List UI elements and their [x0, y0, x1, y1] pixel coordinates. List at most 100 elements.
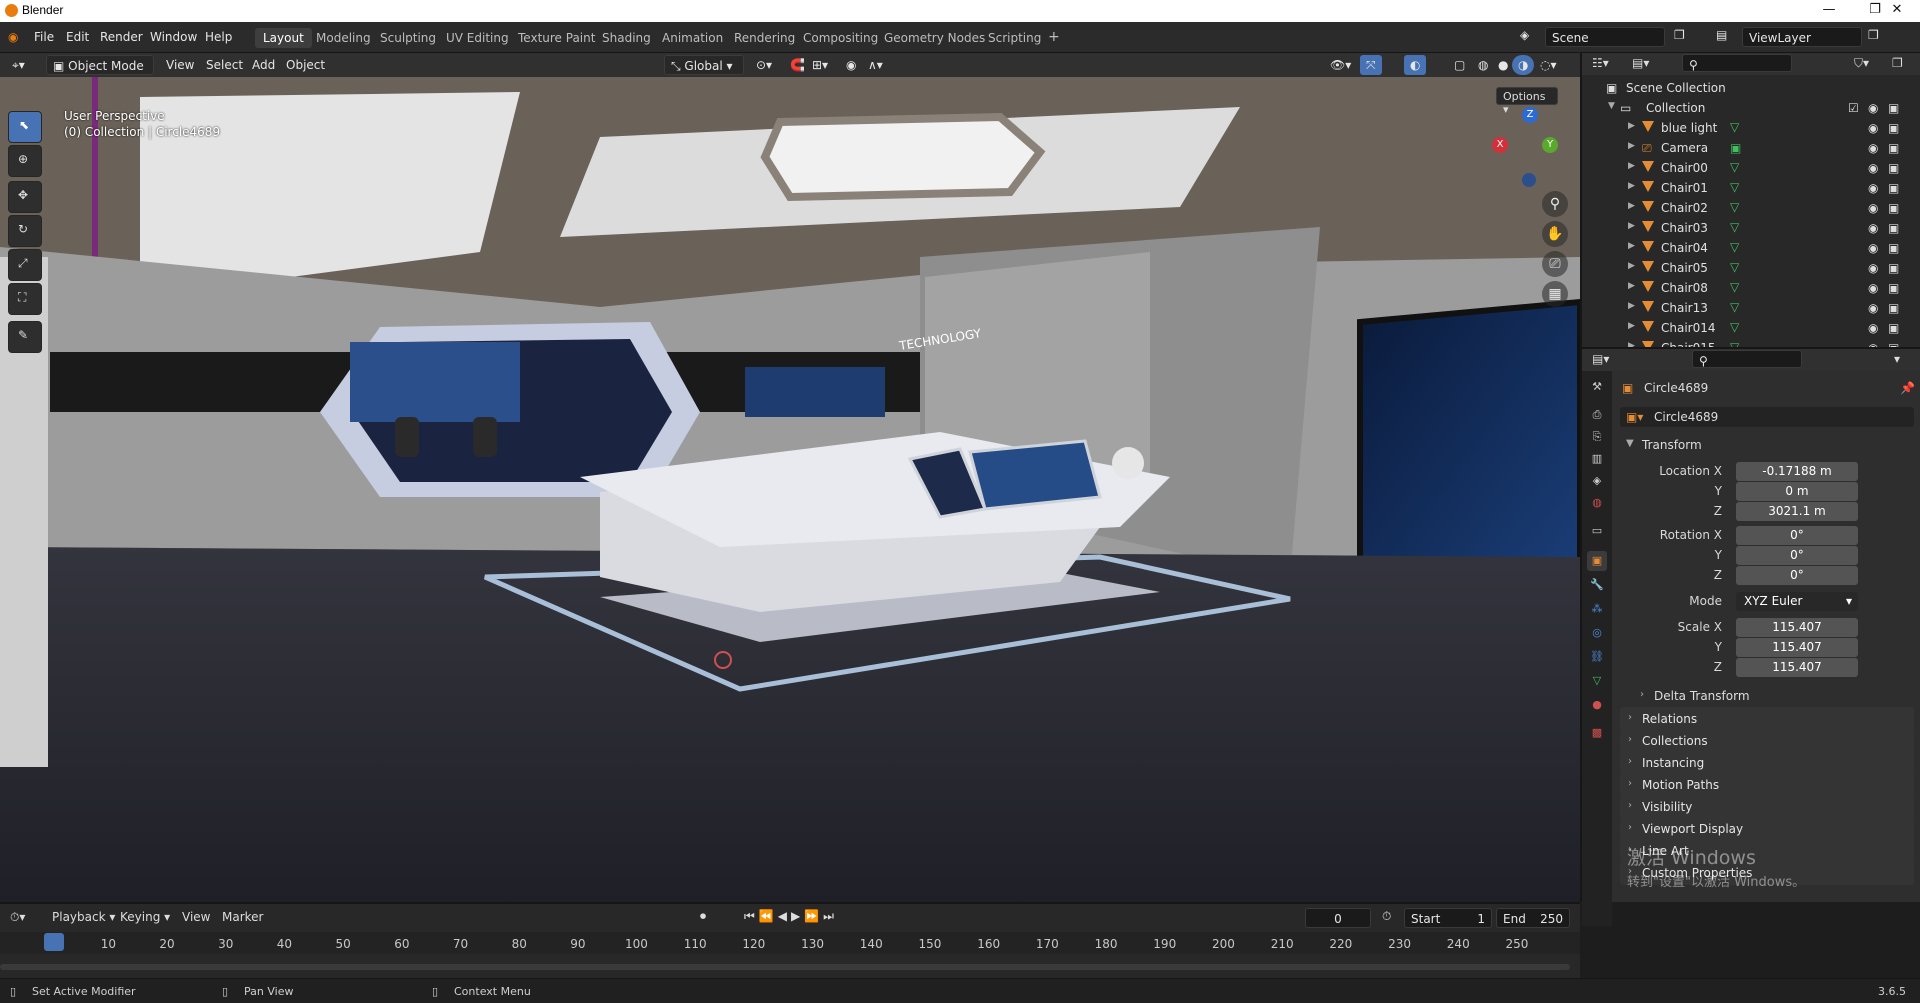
- navigation-gizmo[interactable]: Z X Y: [1492, 107, 1572, 187]
- falloff-icon[interactable]: ∧▾: [862, 55, 889, 75]
- eye-icon[interactable]: ◉: [1868, 181, 1878, 195]
- eye-icon[interactable]: ◉: [1868, 101, 1878, 115]
- eye-icon[interactable]: ◉: [1868, 301, 1878, 315]
- viewport-menu-object[interactable]: Object: [280, 55, 331, 75]
- gizmo-z-axis[interactable]: Z: [1522, 107, 1538, 123]
- chevron-right-icon[interactable]: ▶: [1628, 181, 1635, 191]
- outliner-item[interactable]: ▶ Chair03 ▽ ◉ ▣: [1582, 218, 1920, 238]
- chevron-right-icon[interactable]: ▶: [1628, 281, 1635, 291]
- location-z-field[interactable]: 3021.1 m: [1736, 502, 1858, 521]
- section-relations[interactable]: › Relations: [1620, 707, 1914, 731]
- section-viewport-display[interactable]: › Viewport Display: [1620, 817, 1914, 841]
- timeline-scrollbar[interactable]: [0, 964, 1570, 970]
- scene-selector[interactable]: Scene: [1545, 27, 1665, 47]
- outliner-collection[interactable]: ▼ ▭ Collection ☑ ◉ ▣: [1582, 98, 1920, 118]
- expand-arrow-icon[interactable]: ▼: [1608, 101, 1615, 111]
- shading-material-icon[interactable]: ◑: [1512, 55, 1535, 75]
- render-camera-icon[interactable]: ▣: [1888, 281, 1899, 295]
- outliner-item[interactable]: ▶ Chair01 ▽ ◉ ▣: [1582, 178, 1920, 198]
- transform-tool[interactable]: ⛶: [8, 283, 42, 315]
- snap-target-icon[interactable]: ⊞▾: [806, 55, 834, 75]
- proportional-edit-icon[interactable]: ◉: [840, 55, 862, 75]
- scale-tool[interactable]: ⤢: [8, 249, 42, 281]
- tool-tab-icon[interactable]: ⚒: [1587, 377, 1607, 397]
- eye-icon[interactable]: ◉: [1868, 261, 1878, 275]
- physics-tab-icon[interactable]: ◎: [1587, 623, 1607, 643]
- render-camera-icon[interactable]: ▣: [1888, 221, 1899, 235]
- new-scene-icon[interactable]: ❐: [1674, 28, 1685, 42]
- eye-icon[interactable]: ◉: [1868, 281, 1878, 295]
- outliner-item[interactable]: ▶ Chair00 ▽ ◉ ▣: [1582, 158, 1920, 178]
- tab-texture-paint[interactable]: Texture Paint: [510, 28, 603, 48]
- render-camera-icon[interactable]: ▣: [1888, 181, 1899, 195]
- outliner-item[interactable]: ▶ Chair04 ▽ ◉ ▣: [1582, 238, 1920, 258]
- outliner-item[interactable]: ▶ Chair08 ▽ ◉ ▣: [1582, 278, 1920, 298]
- filter-icon[interactable]: ⛉▾: [1854, 56, 1869, 71]
- render-camera-icon[interactable]: ▣: [1888, 201, 1899, 215]
- mesh-data-icon[interactable]: ▽: [1730, 120, 1739, 134]
- scale-z-field[interactable]: 115.407: [1736, 658, 1858, 677]
- properties-options-icon[interactable]: ▾: [1894, 352, 1900, 366]
- new-viewlayer-icon[interactable]: ❐: [1868, 28, 1879, 42]
- eye-icon[interactable]: ◉: [1868, 241, 1878, 255]
- gizmo-neg-z[interactable]: [1522, 173, 1536, 187]
- render-camera-icon[interactable]: ▣: [1888, 241, 1899, 255]
- tab-scripting[interactable]: Scripting: [980, 28, 1049, 48]
- display-mode-icon[interactable]: ▤▾: [1632, 56, 1649, 70]
- chevron-right-icon[interactable]: ▶: [1628, 221, 1635, 231]
- playback-controls[interactable]: ⏮⏪◀▶⏩⏭: [744, 909, 838, 924]
- overlay-toggle-icon[interactable]: ◐: [1404, 55, 1427, 75]
- select-box-tool[interactable]: ⬉: [8, 111, 42, 143]
- outliner-editor-icon[interactable]: ☷▾: [1592, 56, 1609, 70]
- render-camera-icon[interactable]: ▣: [1888, 141, 1899, 155]
- pivot-icon[interactable]: ⊙▾: [750, 55, 778, 75]
- outliner-item[interactable]: ▶ Chair05 ▽ ◉ ▣: [1582, 258, 1920, 278]
- output-tab-icon[interactable]: ⎘: [1587, 427, 1607, 447]
- outliner-scene-collection[interactable]: ▣ Scene Collection: [1582, 78, 1920, 98]
- material-tab-icon[interactable]: ●: [1587, 695, 1607, 715]
- menu-file[interactable]: File: [34, 30, 54, 44]
- mesh-data-icon[interactable]: ▽: [1730, 160, 1739, 174]
- orientation-selector[interactable]: ⤡ Global ▾: [664, 55, 744, 75]
- render-camera-icon[interactable]: ▣: [1888, 301, 1899, 315]
- viewport-menu-view[interactable]: View: [160, 55, 200, 75]
- outliner-item[interactable]: ▶ Chair02 ▽ ◉ ▣: [1582, 198, 1920, 218]
- zoom-icon[interactable]: ⚲: [1542, 191, 1568, 217]
- rotation-z-field[interactable]: 0°: [1736, 566, 1858, 585]
- menu-help[interactable]: Help: [205, 30, 232, 44]
- collection-tab-icon[interactable]: ▭: [1587, 521, 1607, 541]
- blender-menu-icon[interactable]: ◉: [8, 30, 18, 44]
- texture-tab-icon[interactable]: ▩: [1587, 723, 1607, 743]
- add-workspace-button[interactable]: +: [1040, 26, 1068, 46]
- viewlayer-selector[interactable]: ViewLayer: [1742, 27, 1862, 47]
- close-button[interactable]: ✕: [1874, 0, 1920, 22]
- outliner-item[interactable]: ▶ Chair014 ▽ ◉ ▣: [1582, 318, 1920, 338]
- outliner-item[interactable]: ▶ Chair13 ▽ ◉ ▣: [1582, 298, 1920, 318]
- transform-panel-header[interactable]: ▼ Transform: [1620, 433, 1914, 457]
- current-frame-field[interactable]: 0: [1305, 908, 1371, 928]
- mesh-data-icon[interactable]: ▽: [1730, 200, 1739, 214]
- gizmo-x-axis[interactable]: X: [1492, 137, 1508, 153]
- mesh-data-icon[interactable]: ▽: [1730, 220, 1739, 234]
- eye-icon[interactable]: ◉: [1868, 121, 1878, 135]
- visibility-icon[interactable]: 👁▾: [1324, 55, 1357, 75]
- timeline-menu-playback[interactable]: Playback ▾: [52, 910, 115, 924]
- chevron-right-icon[interactable]: ▶: [1628, 321, 1635, 331]
- end-frame-field[interactable]: End 250: [1496, 908, 1570, 928]
- chevron-right-icon[interactable]: ▶: [1628, 141, 1635, 151]
- timeline-menu-marker[interactable]: Marker: [222, 910, 263, 924]
- pin-icon[interactable]: 📌: [1900, 381, 1915, 395]
- object-tab-icon[interactable]: ▣: [1587, 551, 1607, 571]
- modifier-tab-icon[interactable]: 🔧: [1587, 575, 1607, 595]
- render-camera-icon[interactable]: ▣: [1888, 121, 1899, 135]
- render-camera-icon[interactable]: ▣: [1888, 321, 1899, 335]
- chevron-right-icon[interactable]: ▶: [1628, 161, 1635, 171]
- location-y-field[interactable]: 0 m: [1736, 482, 1858, 501]
- 3d-viewport[interactable]: TECHNOLOGY User Perspective (0) Collecti…: [0, 77, 1580, 902]
- view-layer-tab-icon[interactable]: ▥: [1587, 449, 1607, 469]
- render-camera-icon[interactable]: ▣: [1888, 161, 1899, 175]
- render-camera-icon[interactable]: ▣: [1888, 101, 1899, 115]
- menu-edit[interactable]: Edit: [66, 30, 89, 44]
- start-frame-field[interactable]: Start 1: [1404, 908, 1492, 928]
- record-icon[interactable]: ⏺: [700, 909, 706, 924]
